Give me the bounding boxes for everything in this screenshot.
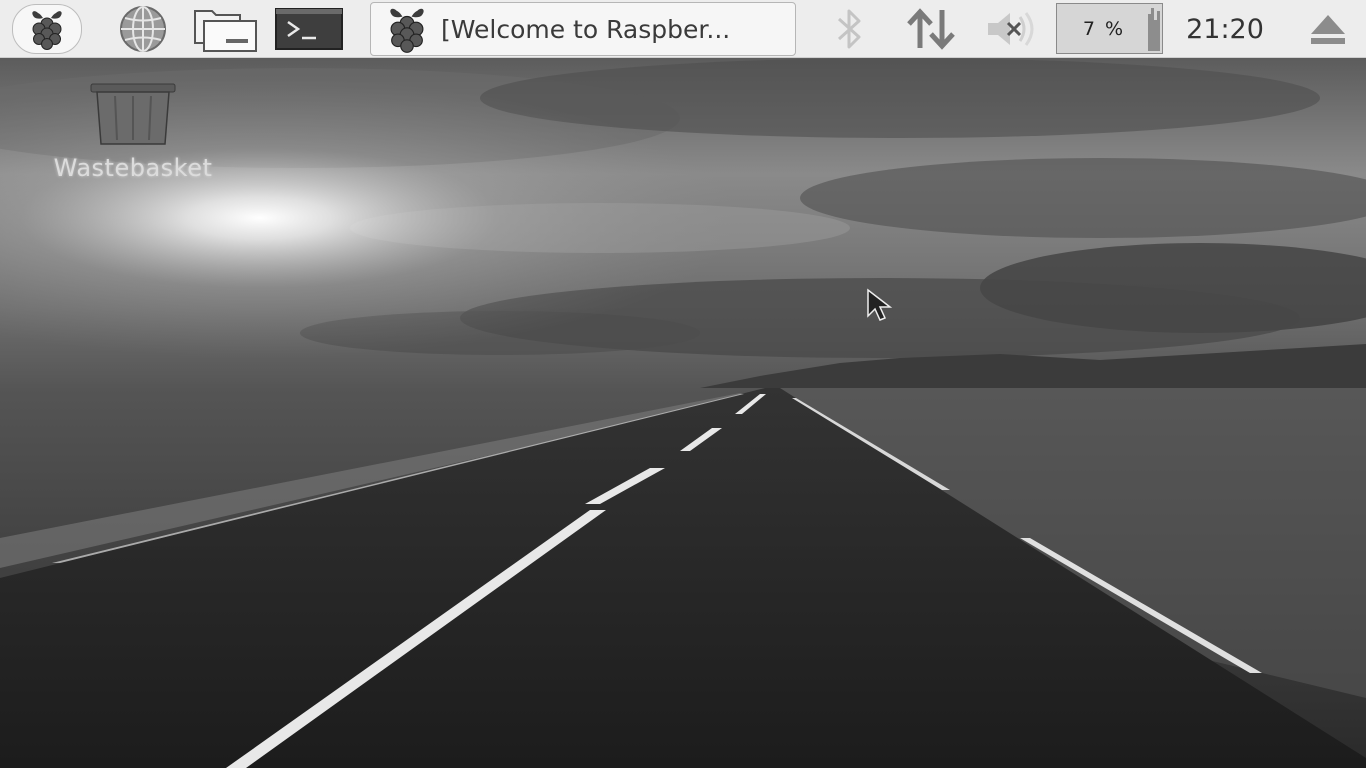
cpu-monitor[interactable]: 7 % [1056, 3, 1163, 54]
eject-button[interactable] [1306, 8, 1350, 50]
cpu-percent-unit: % [1105, 17, 1124, 40]
wastebasket-label: Wastebasket [53, 154, 213, 182]
bluetooth-icon [832, 7, 866, 51]
volume-muted-icon [984, 7, 1044, 51]
network-button[interactable] [902, 6, 962, 52]
taskbar-window-label: [Welcome to Raspber... [441, 14, 731, 44]
taskbar-window-button[interactable]: [Welcome to Raspber... [370, 2, 796, 56]
raspberry-icon [381, 4, 433, 54]
cpu-graph [1148, 6, 1160, 51]
terminal-icon [274, 6, 344, 52]
eject-icon [1308, 12, 1348, 46]
desktop[interactable]: Wastebasket [0, 58, 1366, 768]
taskbar: [Welcome to Raspber... 7 % 21:20 [0, 0, 1366, 58]
file-manager-launcher[interactable] [188, 4, 262, 54]
clock[interactable]: 21:20 [1180, 0, 1270, 58]
web-browser-launcher[interactable] [110, 4, 176, 54]
wastebasket-icon [83, 78, 183, 150]
cpu-percent-value: 7 [1082, 17, 1096, 40]
bluetooth-button[interactable] [826, 6, 872, 52]
network-arrows-icon [904, 6, 960, 52]
globe-icon [111, 5, 175, 53]
mouse-pointer-icon [866, 288, 894, 324]
volume-button[interactable] [982, 6, 1046, 52]
applications-menu-button[interactable] [12, 4, 82, 54]
terminal-launcher[interactable] [272, 4, 346, 54]
raspberry-icon [26, 7, 68, 51]
cpu-usage-readout: 7 % [1057, 4, 1149, 53]
desktop-icon-wastebasket[interactable]: Wastebasket [30, 78, 236, 190]
folder-icon [190, 5, 260, 53]
